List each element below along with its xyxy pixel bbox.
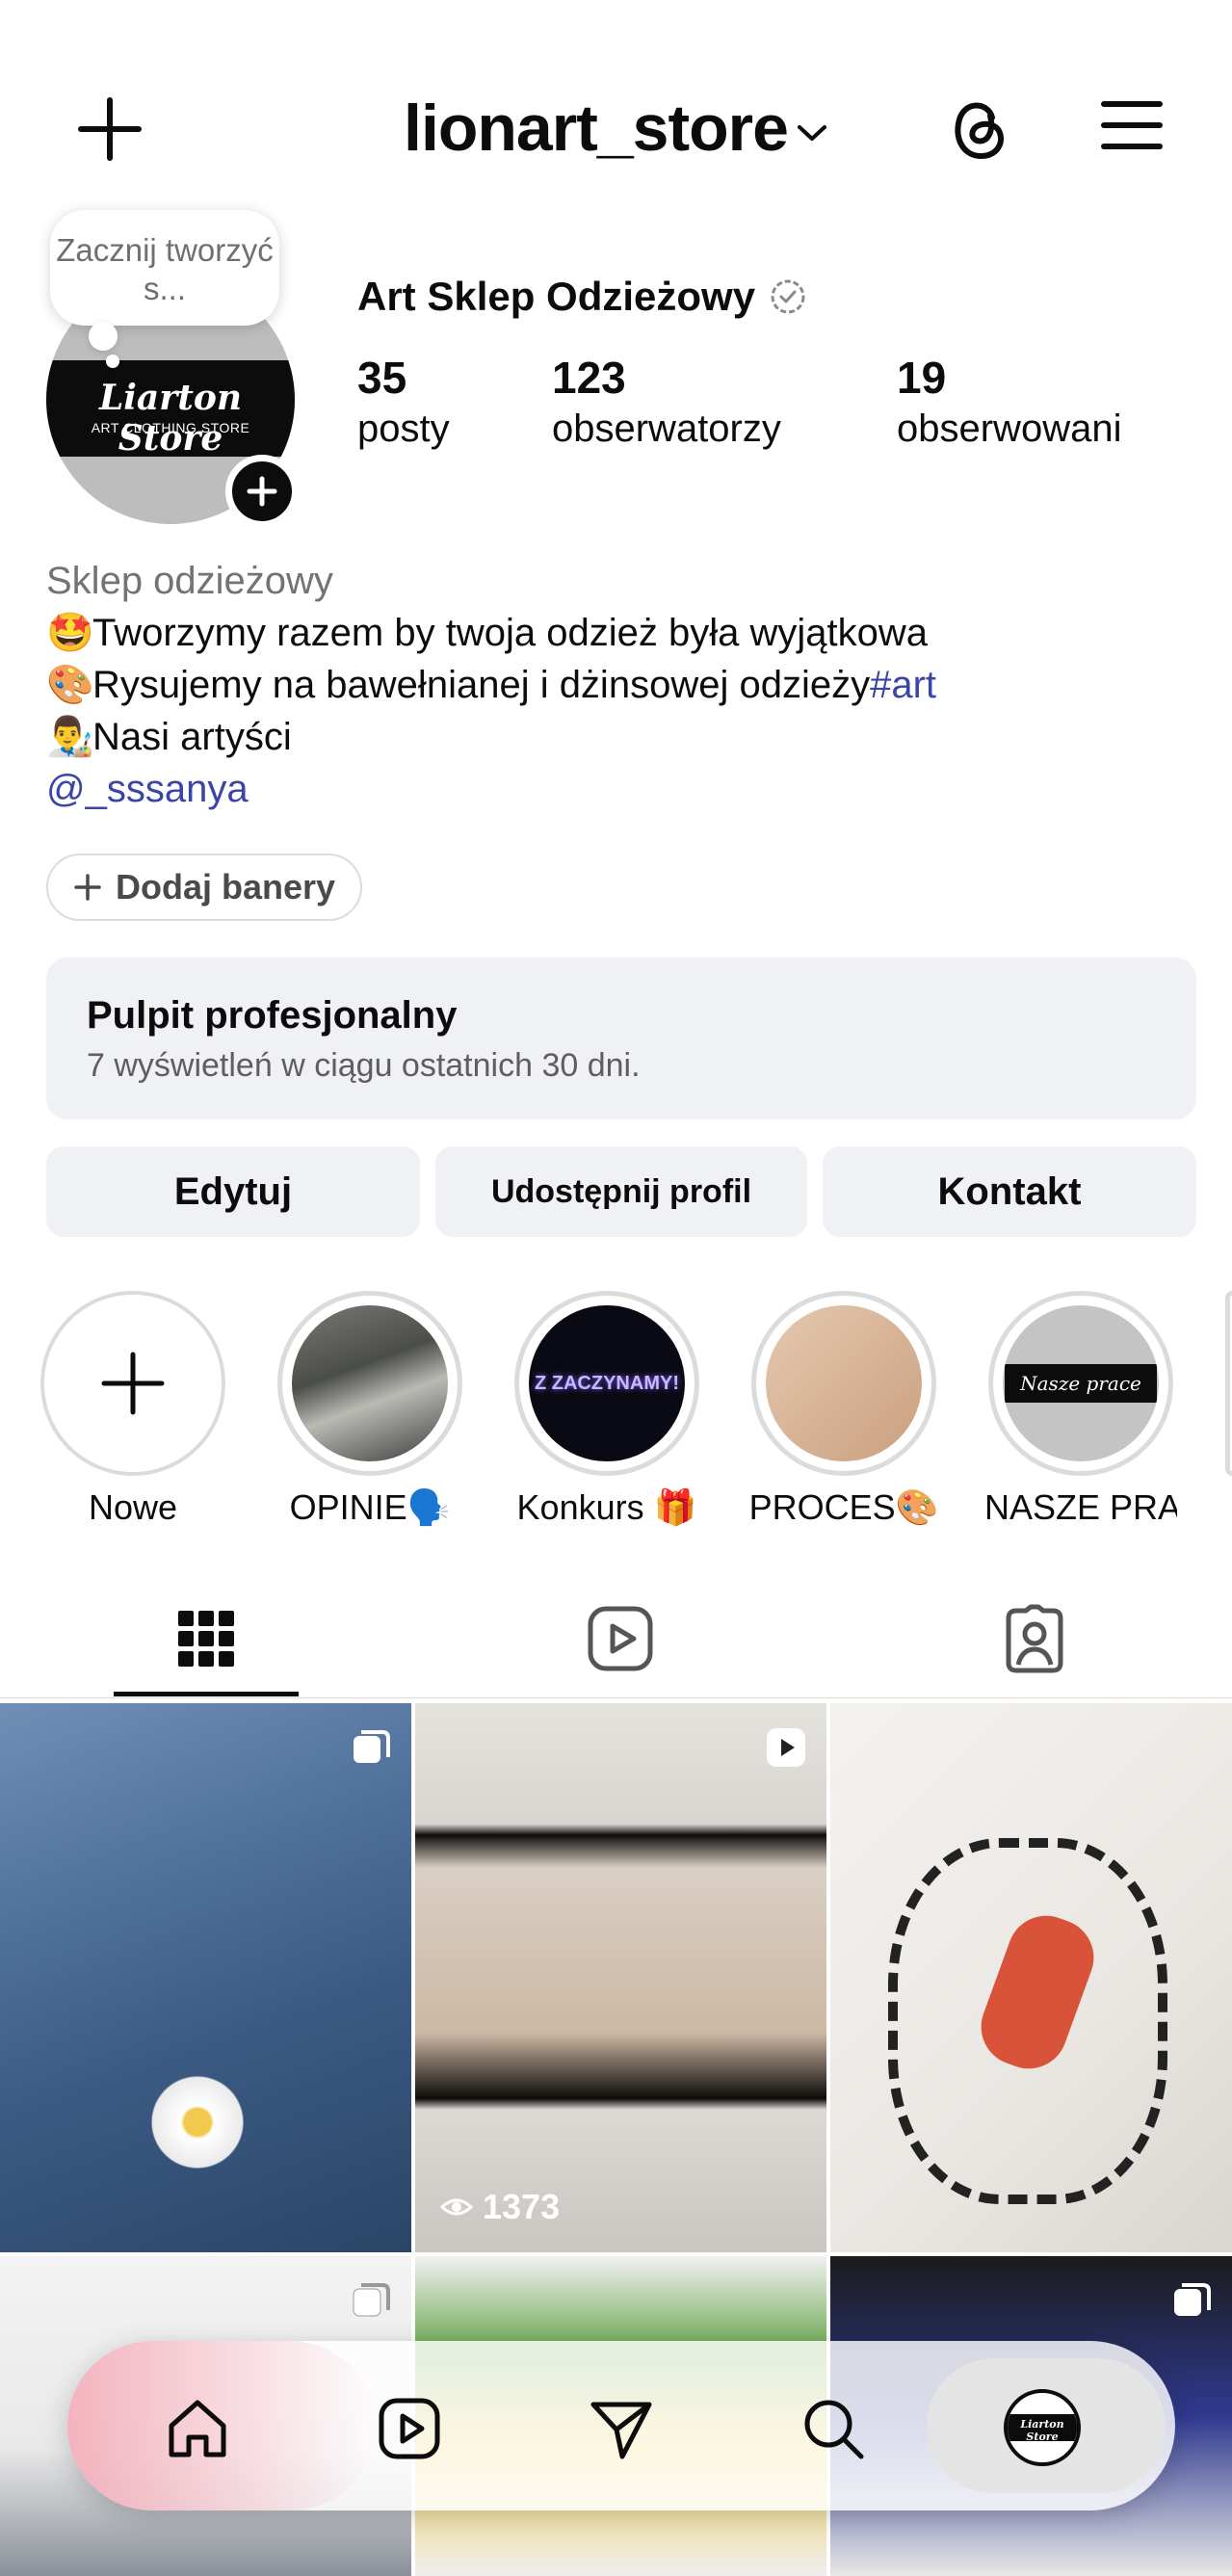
account-switcher[interactable]: lionart_store xyxy=(0,91,1232,166)
avatar-logo-subtitle: ART CLOTHING STORE xyxy=(91,420,250,435)
view-count-value: 1373 xyxy=(483,2187,561,2226)
direct-messages-icon[interactable] xyxy=(588,2395,655,2462)
highlight-new[interactable]: Nowe xyxy=(37,1291,229,1528)
highlight-new-label: Nowe xyxy=(88,1487,178,1527)
stat-posts-value: 35 xyxy=(357,353,407,403)
highlight-nasze-prace[interactable]: Nasze prace NASZE PRA... xyxy=(984,1291,1177,1528)
grid-post-3[interactable] xyxy=(830,1703,1232,2252)
stat-followers-value: 123 xyxy=(552,353,626,403)
tab-divider xyxy=(0,1697,1232,1698)
grid-tab-icon[interactable] xyxy=(170,1603,242,1674)
carousel-icon xyxy=(353,2283,390,2317)
highlight-nasze-prace-label: NASZE PRA... xyxy=(984,1487,1177,1527)
edit-profile-button[interactable]: Edytuj xyxy=(46,1146,420,1237)
reels-icon[interactable] xyxy=(376,2395,443,2462)
search-icon[interactable] xyxy=(799,2395,867,2462)
bottom-navigation: Liarton Store xyxy=(67,2341,1175,2510)
highlight-konkurs[interactable]: Z ZACZYNAMY! Konkurs 🎁 xyxy=(511,1291,703,1528)
highlight-proces-ring xyxy=(751,1291,936,1476)
highlight-opinie-label: OPINIE🗣️ xyxy=(289,1487,451,1527)
profile-header: lionart_store xyxy=(0,77,1232,173)
active-tab-indicator xyxy=(114,1692,299,1696)
highlight-nasze-prace-cover-text: Nasze prace xyxy=(1005,1364,1157,1403)
highlight-proces-label: PROCES🎨 xyxy=(748,1487,939,1527)
highlight-new-ring xyxy=(40,1291,225,1476)
username-title: lionart_store xyxy=(404,92,789,165)
note-bubble[interactable]: Zacznij tworzyć s... xyxy=(50,210,279,326)
chevron-down-icon xyxy=(797,125,826,142)
contact-button[interactable]: Kontakt xyxy=(823,1146,1196,1237)
highlight-nasze-prace-cover: Nasze prace xyxy=(1003,1305,1159,1461)
menu-icon[interactable] xyxy=(1100,96,1164,154)
stat-posts[interactable]: 35 posty xyxy=(357,351,450,453)
stat-followers-label: obserwatorzy xyxy=(552,407,781,450)
highlight-overflow-edge xyxy=(1225,1291,1232,1476)
tagged-tab-icon[interactable] xyxy=(999,1603,1070,1674)
artist-emoji: 👨‍🎨 xyxy=(46,716,94,758)
avatar-logo-text: Liarton Store xyxy=(98,378,243,459)
verified-badge-icon xyxy=(771,279,805,314)
nav-profile-avatar[interactable]: Liarton Store xyxy=(1004,2389,1081,2466)
add-banners-label: Dodaj banery xyxy=(116,867,336,907)
highlight-opinie-cover xyxy=(292,1305,448,1461)
highlight-konkurs-cover-text: Z ZACZYNAMY! xyxy=(535,1372,679,1394)
reels-tab-icon[interactable] xyxy=(585,1603,656,1674)
stat-following-label: obserwowani xyxy=(897,407,1122,450)
bio-line-1: 🤩Tworzymy razem by twoja odzież była wyj… xyxy=(46,607,1183,659)
carousel-icon xyxy=(1174,2283,1211,2316)
eye-icon xyxy=(440,2198,473,2216)
note-bubble-tail xyxy=(89,322,118,351)
highlight-opinie-ring xyxy=(277,1291,462,1476)
highlight-konkurs-ring: Z ZACZYNAMY! xyxy=(514,1291,699,1476)
mention-link[interactable]: @_sssanya xyxy=(46,763,1183,815)
reel-icon xyxy=(767,1728,805,1767)
plus-icon xyxy=(101,1352,165,1415)
bio-line-1-text: Tworzymy razem by twoja odzież była wyją… xyxy=(92,612,928,654)
bio-category: Sklep odzieżowy xyxy=(46,560,333,602)
daisy-painting xyxy=(144,2069,250,2175)
star-struck-emoji: 🤩 xyxy=(46,612,94,654)
add-story-button[interactable] xyxy=(225,455,299,528)
bio-line-3: 👨‍🎨Nasi artyści xyxy=(46,711,1183,763)
highlight-nasze-prace-ring: Nasze prace xyxy=(988,1291,1173,1476)
stat-followers[interactable]: 123 obserwatorzy xyxy=(552,351,781,453)
stat-posts-label: posty xyxy=(357,407,450,450)
add-banners-button[interactable]: Dodaj banery xyxy=(46,854,363,921)
view-count: 1373 xyxy=(440,2187,560,2227)
note-bubble-tail-small xyxy=(106,355,119,368)
palette-emoji: 🎨 xyxy=(46,664,94,706)
dashboard-title: Pulpit profesjonalny xyxy=(87,994,458,1037)
threads-icon[interactable] xyxy=(944,89,1011,164)
bio-line-2: 🎨Rysujemy na bawełnianej i dżinsowej odz… xyxy=(46,659,1183,711)
profile-bio: Sklep odzieżowy 🤩Tworzymy razem by twoja… xyxy=(46,555,1183,815)
bio-line-2-text: Rysujemy na bawełnianej i dżinsowej odzi… xyxy=(92,664,871,706)
grid-post-1[interactable] xyxy=(0,1703,411,2252)
highlight-opinie[interactable]: OPINIE🗣️ xyxy=(274,1291,466,1528)
highlight-new-inner xyxy=(44,1295,222,1472)
dashboard-subtitle: 7 wyświetleń w ciągu ostatnich 30 dni. xyxy=(87,1047,641,1084)
plus-icon xyxy=(74,874,101,901)
carousel-icon xyxy=(354,1730,390,1763)
share-profile-button[interactable]: Udostępnij profil xyxy=(435,1146,807,1237)
highlight-konkurs-label: Konkurs 🎁 xyxy=(516,1487,697,1527)
nav-avatar-logo-text: Liarton Store xyxy=(1020,2418,1064,2443)
plus-icon xyxy=(247,476,277,507)
highlight-proces[interactable]: PROCES🎨 xyxy=(747,1291,940,1528)
highlight-proces-cover xyxy=(766,1305,922,1461)
highlight-konkurs-cover: Z ZACZYNAMY! xyxy=(529,1305,685,1461)
profile-name: Art Sklep Odzieżowy xyxy=(357,274,807,320)
stat-following[interactable]: 19 obserwowani xyxy=(897,351,1121,453)
bio-line-3-text: Nasi artyści xyxy=(92,716,292,758)
hashtag-link[interactable]: #art xyxy=(870,664,936,706)
display-name: Art Sklep Odzieżowy xyxy=(357,274,756,319)
grid-post-2-reel[interactable]: 1373 xyxy=(415,1703,826,2252)
professional-dashboard[interactable]: Pulpit profesjonalny 7 wyświetleń w ciąg… xyxy=(46,958,1196,1119)
home-icon[interactable] xyxy=(164,2395,231,2462)
stat-following-value: 19 xyxy=(897,353,947,403)
